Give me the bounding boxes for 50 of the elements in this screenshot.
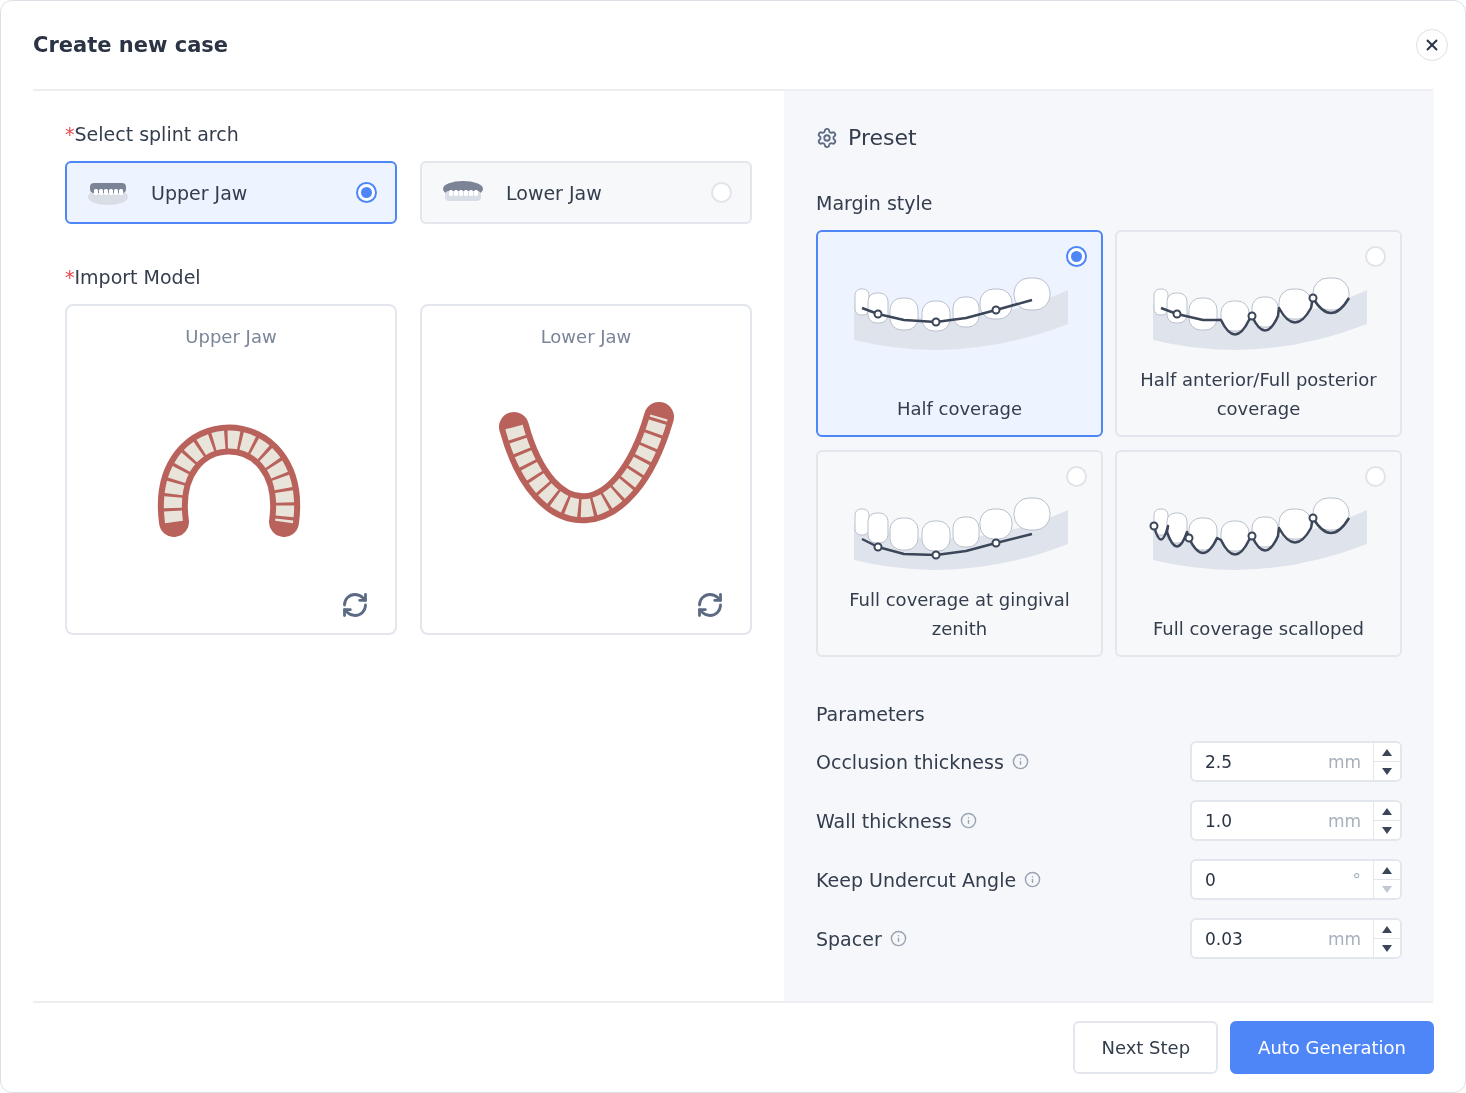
margin-style-option[interactable]: Full coverage scalloped [1115,450,1402,657]
info-icon[interactable] [1024,871,1042,888]
model-title: Lower Jaw [540,326,632,347]
margin-style-option[interactable]: Full coverage at gingival zenith [816,450,1103,657]
parameter-label: Keep Undercut Angle [816,868,1017,891]
parameter-label: Occlusion thickness [816,750,1004,773]
settings-icon [816,126,838,149]
model-card[interactable]: Lower Jaw [420,304,752,635]
number-field[interactable]: 0 ° [1190,859,1402,900]
jaw-option[interactable]: Upper Jaw [65,161,397,224]
number-field[interactable]: 2.5 mm [1190,741,1402,782]
section-label: Parameters [816,703,926,725]
refresh-icon[interactable] [696,591,724,619]
caret-down-icon [1382,944,1392,952]
option-label: Half anterior/Full posterior coverage [1139,368,1378,421]
section-label: *Select splint arch [65,123,240,145]
margin-style-option[interactable]: Half anterior/Full posterior coverage [1115,230,1402,437]
option-label: Full coverage scalloped [1152,617,1364,641]
panel-title: Preset [848,125,917,150]
number-field[interactable]: 0.03 mm [1190,918,1402,959]
jaw-option[interactable]: Lower Jaw [420,161,752,224]
section-label: Margin style [816,192,934,214]
caret-down-icon [1382,767,1392,775]
caret-up-icon [1382,866,1392,874]
option-label: Half coverage [896,397,1023,421]
caret-down-icon [1382,826,1392,834]
close-button[interactable] [1416,29,1448,61]
decrement-button[interactable] [1374,820,1400,839]
decrement-button[interactable] [1374,938,1400,957]
radio-button[interactable] [1066,246,1087,267]
number-field[interactable]: 1.0 mm [1190,800,1402,841]
caret-up-icon [1382,807,1392,815]
caret-down-icon [1382,885,1392,893]
refresh-icon[interactable] [341,591,369,619]
model-title: Upper Jaw [185,326,277,347]
radio-button[interactable] [356,182,377,203]
secondary-button[interactable]: Next Step [1073,1021,1219,1074]
dialog-title: Create new case [33,33,229,57]
info-icon[interactable] [1011,753,1029,770]
parameter-label: Wall thickness [816,809,952,832]
caret-up-icon [1382,748,1392,756]
option-label: Full coverage at gingival zenith [848,588,1071,641]
section-label: *Import Model [65,266,202,288]
margin-style-option[interactable]: Half coverage [816,230,1103,437]
caret-up-icon [1382,925,1392,933]
decrement-button[interactable] [1374,761,1400,780]
info-icon[interactable] [889,930,907,947]
info-icon[interactable] [959,812,977,829]
parameter-label: Spacer [816,927,882,950]
model-card[interactable]: Upper Jaw [65,304,397,635]
